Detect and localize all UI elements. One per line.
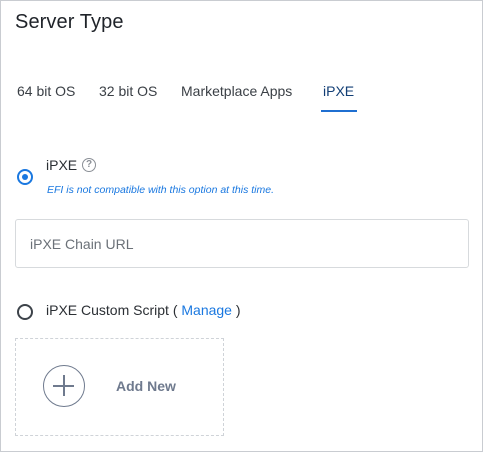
server-type-panel: Server Type 64 bit OS 32 bit OS Marketpl… <box>0 0 483 452</box>
custom-script-label-suffix: ) <box>235 302 241 318</box>
ipxe-custom-script-radio[interactable] <box>17 304 33 320</box>
custom-script-label-prefix: iPXE Custom Script ( <box>46 302 178 318</box>
manage-link[interactable]: Manage <box>181 302 232 318</box>
active-tab-indicator <box>321 110 357 112</box>
page-title: Server Type <box>15 11 124 33</box>
ipxe-custom-script-label: iPXE Custom Script ( Manage ) <box>46 302 241 318</box>
efi-compatibility-note: EFI is not compatible with this option a… <box>47 184 275 196</box>
tab-marketplace-apps[interactable]: Marketplace Apps <box>181 83 292 99</box>
question-circle-icon[interactable]: ? <box>82 158 96 172</box>
ipxe-option-label: iPXE <box>46 157 78 173</box>
add-new-label: Add New <box>116 378 176 394</box>
plus-circle-icon <box>43 365 85 407</box>
ipxe-chain-url-field[interactable] <box>15 219 469 268</box>
tab-32-bit-os[interactable]: 32 bit OS <box>99 83 157 99</box>
ipxe-chain-url-input[interactable] <box>16 220 468 267</box>
ipxe-radio[interactable] <box>17 169 33 185</box>
add-new-script-button[interactable]: Add New <box>15 338 224 436</box>
tab-64-bit-os[interactable]: 64 bit OS <box>17 83 75 99</box>
tab-ipxe[interactable]: iPXE <box>323 83 354 99</box>
